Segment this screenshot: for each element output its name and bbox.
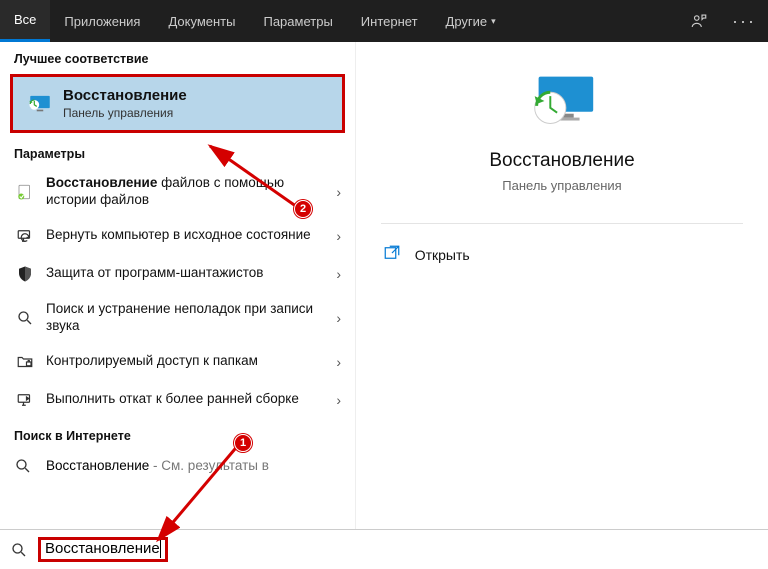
open-action[interactable]: Открыть: [381, 238, 744, 271]
tab-more[interactable]: Другие▾: [432, 0, 510, 42]
settings-item-label: Вернуть компьютер в исходное состояние: [46, 227, 341, 244]
best-match-subtitle: Панель управления: [63, 106, 187, 120]
chevron-right-icon: ›: [336, 228, 341, 244]
detail-panel: Восстановление Панель управления Открыть: [355, 42, 768, 529]
ellipsis-icon: ···: [732, 11, 756, 32]
text-cursor: [160, 540, 161, 558]
main-area: Лучшее соответствие Восстановление Панел…: [0, 42, 768, 529]
tab-apps[interactable]: Приложения: [50, 0, 154, 42]
settings-item-label: Выполнить откат к более ранней сборке: [46, 391, 341, 408]
search-input[interactable]: Восстановление: [38, 537, 168, 561]
results-panel: Лучшее соответствие Восстановление Панел…: [0, 42, 355, 529]
settings-item-audio-troubleshoot[interactable]: Поиск и устранение неполадок при записи …: [0, 293, 355, 343]
search-bar: Восстановление: [0, 529, 768, 569]
open-label: Открыть: [415, 247, 470, 263]
tab-label: Другие: [446, 14, 488, 29]
tab-label: Все: [14, 12, 36, 27]
tab-all[interactable]: Все: [0, 0, 50, 42]
settings-item-label: Защита от программ-шантажистов: [46, 265, 341, 282]
tab-label: Приложения: [64, 14, 140, 29]
search-icon: [14, 307, 36, 329]
tab-label: Параметры: [263, 14, 332, 29]
tab-documents[interactable]: Документы: [154, 0, 249, 42]
chevron-right-icon: ›: [336, 392, 341, 408]
chevron-right-icon: ›: [336, 310, 341, 326]
file-history-icon: [14, 181, 36, 203]
settings-section-header: Параметры: [0, 137, 355, 167]
search-value: Восстановление: [45, 541, 160, 558]
header-bar: Все Приложения Документы Параметры Интер…: [0, 0, 768, 42]
search-icon: [10, 541, 30, 559]
tab-label: Документы: [168, 14, 235, 29]
tab-internet[interactable]: Интернет: [347, 0, 432, 42]
chevron-down-icon: ▾: [491, 16, 496, 27]
best-match-result[interactable]: Восстановление Панель управления: [10, 74, 345, 133]
web-section-header: Поиск в Интернете: [0, 419, 355, 449]
settings-item-label: Восстановление файлов с помощью истории …: [46, 175, 341, 209]
reset-pc-icon: [14, 225, 36, 247]
chevron-right-icon: ›: [336, 184, 341, 200]
web-result-label: Восстановление - См. результаты в: [46, 458, 269, 473]
detail-subtitle: Панель управления: [502, 178, 621, 193]
open-icon: [383, 244, 403, 265]
web-result[interactable]: Восстановление - См. результаты в: [0, 449, 355, 483]
best-match-title: Восстановление: [63, 87, 187, 104]
folder-lock-icon: [14, 351, 36, 373]
settings-item-ransomware[interactable]: Защита от программ-шантажистов ›: [0, 255, 355, 293]
settings-item-controlled-folder[interactable]: Контролируемый доступ к папкам ›: [0, 343, 355, 381]
settings-item-file-history[interactable]: Восстановление файлов с помощью истории …: [0, 167, 355, 217]
rollback-icon: [14, 389, 36, 411]
search-icon: [14, 457, 36, 475]
settings-item-label: Поиск и устранение неполадок при записи …: [46, 301, 341, 335]
person-speech-icon: [690, 12, 708, 30]
more-options-button[interactable]: ···: [720, 0, 768, 42]
tab-settings[interactable]: Параметры: [249, 0, 346, 42]
recovery-icon: [27, 91, 53, 117]
detail-title: Восстановление: [489, 150, 634, 172]
feedback-button[interactable]: [678, 0, 720, 42]
best-match-header: Лучшее соответствие: [0, 42, 355, 72]
settings-item-rollback-build[interactable]: Выполнить откат к более ранней сборке ›: [0, 381, 355, 419]
shield-icon: [14, 263, 36, 285]
separator: [381, 223, 744, 224]
recovery-large-icon: [523, 72, 601, 132]
tab-label: Интернет: [361, 14, 418, 29]
chevron-right-icon: ›: [336, 266, 341, 282]
settings-item-label: Контролируемый доступ к папкам: [46, 353, 341, 370]
settings-item-reset-pc[interactable]: Вернуть компьютер в исходное состояние ›: [0, 217, 355, 255]
chevron-right-icon: ›: [336, 354, 341, 370]
